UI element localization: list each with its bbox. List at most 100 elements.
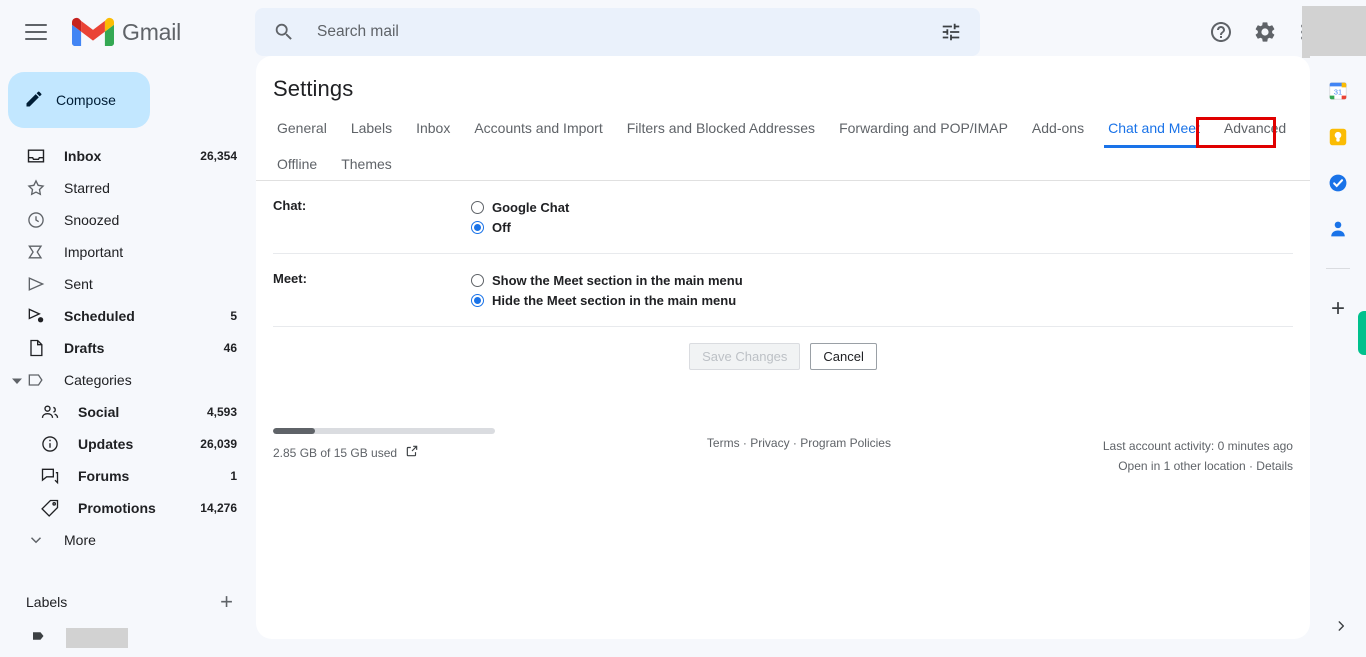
sidebar-item-count: 5 — [230, 309, 237, 323]
tune-filter-icon[interactable] — [940, 21, 962, 43]
tasks-icon[interactable] — [1327, 172, 1349, 194]
add-side-panel-app-icon[interactable]: + — [1331, 297, 1345, 321]
gmail-settings-page: Gmail Search mail Compose Inbox 26,354 S… — [0, 0, 1366, 657]
setting-label-meet: Meet: — [273, 271, 307, 286]
contacts-icon[interactable] — [1327, 218, 1349, 240]
settings-panel: Settings General Labels Inbox Accounts a… — [256, 56, 1310, 639]
expand-side-panel-icon[interactable] — [1334, 617, 1348, 639]
sidebar-item-label: Forums — [78, 468, 130, 484]
tab-themes[interactable]: Themes — [337, 148, 396, 180]
sidebar-item-label: Drafts — [64, 340, 105, 356]
radio-hide-meet[interactable] — [471, 293, 484, 307]
people-icon — [40, 402, 60, 422]
caret-down-icon[interactable] — [12, 373, 22, 391]
sidebar-item-sent[interactable]: Sent — [0, 268, 255, 300]
sidebar-item-more[interactable]: More — [0, 524, 255, 556]
sidebar-item-forums[interactable]: Forums 1 — [0, 460, 255, 492]
sidebar-item-social[interactable]: Social 4,593 — [0, 396, 255, 428]
option-google-chat[interactable]: Google Chat — [471, 197, 1293, 217]
sidebar-item-scheduled[interactable]: Scheduled 5 — [0, 300, 255, 332]
brand-label: Gmail — [122, 18, 182, 45]
sidebar-item-label: Starred — [64, 180, 110, 196]
star-icon — [26, 178, 46, 198]
tab-labels[interactable]: Labels — [347, 112, 396, 148]
sidebar-item-drafts[interactable]: Drafts 46 — [0, 332, 255, 364]
sidebar-item-label: Important — [64, 244, 124, 260]
sidebar: Compose Inbox 26,354 Starred Snoozed Imp… — [0, 64, 255, 657]
sidebar-item-count: 26,354 — [200, 149, 237, 163]
tab-forwarding-and-pop-imap[interactable]: Forwarding and POP/IMAP — [835, 112, 1012, 148]
sidebar-item-promotions[interactable]: Promotions 14,276 — [0, 492, 255, 524]
sidebar-item-categories[interactable]: Categories — [0, 364, 255, 396]
compose-button[interactable]: Compose — [8, 72, 150, 128]
footer-links[interactable]: Terms · Privacy · Program Policies — [707, 428, 891, 450]
sidebar-item-label: More — [64, 532, 96, 548]
avatar[interactable] — [1302, 6, 1366, 58]
footer: 2.85 GB of 15 GB used Terms · Privacy · … — [256, 428, 1310, 476]
cancel-button[interactable]: Cancel — [810, 343, 877, 370]
sidebar-item-starred[interactable]: Starred — [0, 172, 255, 204]
sidebar-item-label: Inbox — [64, 148, 102, 164]
gmail-logo-icon — [72, 17, 114, 46]
keep-icon[interactable] — [1327, 126, 1349, 148]
label-list-item[interactable] — [0, 622, 255, 654]
help-icon[interactable] — [1208, 19, 1234, 45]
rail-divider — [1326, 268, 1350, 269]
option-hide-meet[interactable]: Hide the Meet section in the main menu — [471, 290, 1293, 310]
sidebar-item-count: 14,276 — [200, 501, 237, 515]
tab-filters-and-blocked-addresses[interactable]: Filters and Blocked Addresses — [623, 112, 819, 148]
gmail-brand[interactable]: Gmail — [72, 16, 181, 48]
settings-body: Chat: Google Chat Off Meet: Show the Mee… — [256, 181, 1310, 473]
side-panel-rail: 31 + — [1310, 56, 1366, 657]
svg-text:31: 31 — [1334, 88, 1342, 97]
save-changes-button[interactable]: Save Changes — [689, 343, 801, 370]
label-tag-icon — [30, 627, 48, 650]
setting-label-chat: Chat: — [273, 198, 307, 213]
meet-green-tab[interactable] — [1358, 311, 1366, 355]
settings-tabs: General Labels Inbox Accounts and Import… — [256, 102, 1310, 181]
setting-row-meet: Meet: Show the Meet section in the main … — [273, 254, 1293, 327]
radio-google-chat[interactable] — [471, 200, 484, 214]
chat-options: Google Chat Off — [471, 197, 1293, 237]
info-icon — [40, 434, 60, 454]
open-in-new-icon[interactable] — [405, 444, 419, 461]
page-title: Settings — [273, 76, 354, 101]
sidebar-item-count: 4,593 — [206, 405, 237, 419]
sidebar-item-label: Snoozed — [64, 212, 120, 228]
sidebar-item-label: Categories — [64, 372, 132, 388]
radio-chat-off[interactable] — [471, 220, 484, 234]
sidebar-item-snoozed[interactable]: Snoozed — [0, 204, 255, 236]
search-bar[interactable] — [255, 8, 980, 56]
gear-icon[interactable] — [1252, 19, 1278, 45]
scheduled-send-icon — [26, 306, 46, 326]
sidebar-item-count: 26,039 — [200, 437, 237, 451]
tab-accounts-and-import[interactable]: Accounts and Import — [470, 112, 606, 148]
sidebar-item-label: Promotions — [78, 500, 156, 516]
sidebar-item-label: Sent — [64, 276, 93, 292]
sidebar-item-updates[interactable]: Updates 26,039 — [0, 428, 255, 460]
top-bar: Gmail — [0, 0, 1366, 64]
sidebar-item-important[interactable]: Important — [0, 236, 255, 268]
search-input[interactable] — [315, 22, 940, 42]
option-show-meet[interactable]: Show the Meet section in the main menu — [471, 270, 1293, 290]
hamburger-menu-icon[interactable] — [12, 8, 60, 56]
calendar-icon[interactable]: 31 — [1327, 80, 1349, 102]
setting-row-chat: Chat: Google Chat Off — [273, 181, 1293, 254]
meet-options: Show the Meet section in the main menu H… — [471, 270, 1293, 310]
tab-advanced[interactable]: Advanced — [1220, 112, 1290, 148]
clock-icon — [26, 210, 46, 230]
radio-show-meet[interactable] — [471, 273, 484, 287]
labels-header: Labels + — [0, 582, 255, 622]
tab-chat-and-meet[interactable]: Chat and Meet — [1104, 112, 1204, 148]
tab-general[interactable]: General — [273, 112, 331, 148]
compose-label: Compose — [56, 92, 116, 108]
tab-offline[interactable]: Offline — [273, 148, 321, 180]
forum-icon — [40, 466, 60, 486]
tab-inbox[interactable]: Inbox — [412, 112, 454, 148]
tab-add-ons[interactable]: Add-ons — [1028, 112, 1088, 148]
footer-account-info: Last account activity: 0 minutes ago Ope… — [1103, 428, 1293, 476]
sidebar-item-inbox[interactable]: Inbox 26,354 — [0, 140, 255, 172]
option-chat-off[interactable]: Off — [471, 217, 1293, 237]
open-location-text[interactable]: Open in 1 other location · Details — [1103, 456, 1293, 476]
add-label-icon[interactable]: + — [220, 591, 233, 613]
